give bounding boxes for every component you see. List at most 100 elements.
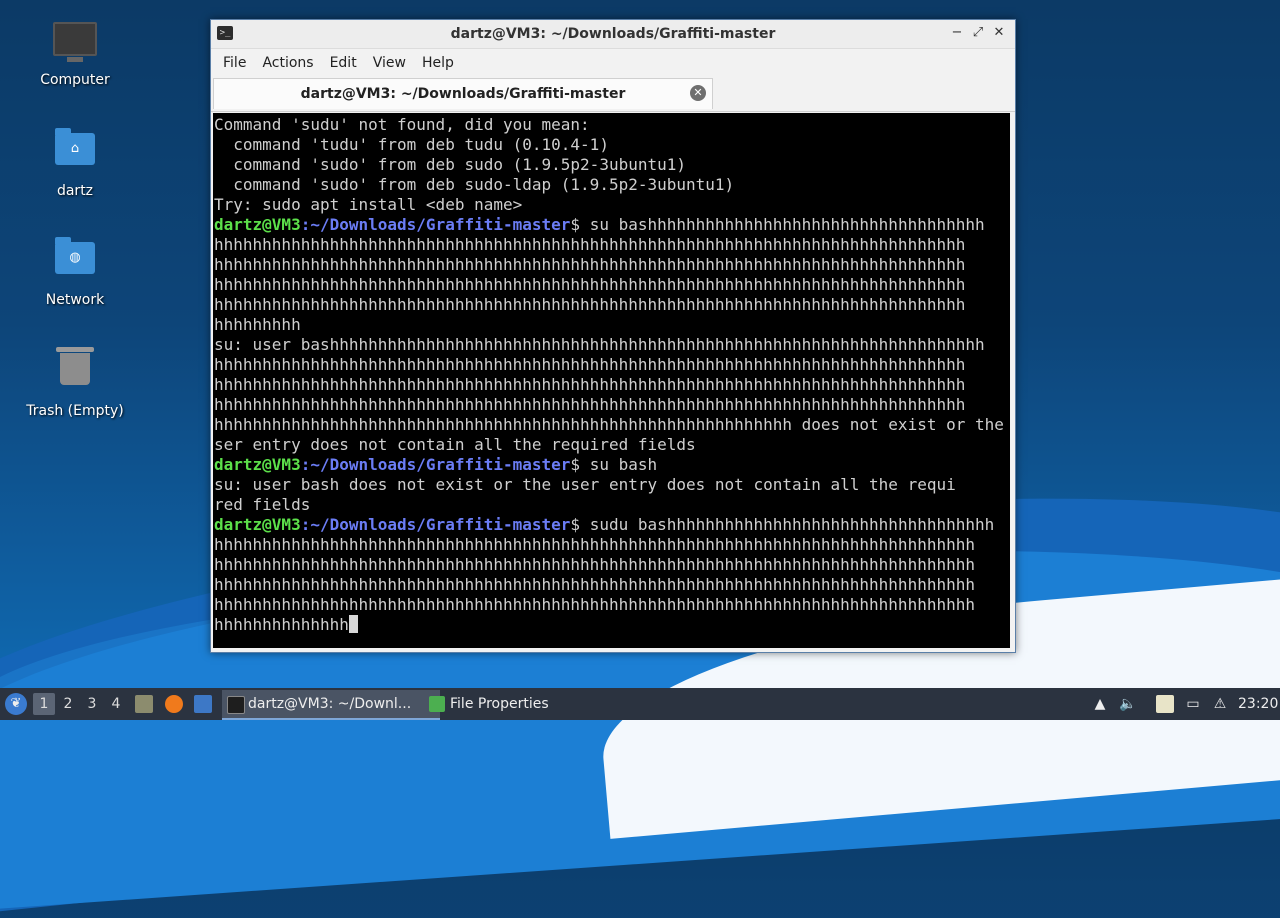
terminal-cursor <box>348 615 358 633</box>
terminal-line: su: user bash does not exist or the user… <box>214 475 1010 495</box>
terminal-text: $ su bashhhhhhhhhhhhhhhhhhhhhhhhhhhhhhhh… <box>570 215 985 234</box>
terminal-text: hhhhhhhhhhhhhhhhhhhhhhhhhhhhhhhhhhhhhhhh… <box>214 355 966 374</box>
file-manager-icon[interactable] <box>135 695 153 713</box>
terminal-text: hhhhhhhhhhhhhhhhhhhhhhhhhhhhhhhhhhhhhhhh… <box>214 295 966 314</box>
terminal-line: command 'sudo' from deb sudo (1.9.5p2-3u… <box>214 155 1010 175</box>
menubar: File Actions Edit View Help <box>211 49 1015 77</box>
terminal-line: command 'sudo' from deb sudo-ldap (1.9.5… <box>214 175 1010 195</box>
computer-icon <box>53 22 97 66</box>
desktop-icon-trash[interactable]: Trash (Empty) <box>20 345 130 419</box>
terminal-text: command 'sudo' from deb sudo-ldap (1.9.5… <box>214 175 735 194</box>
terminal-text: red fields <box>214 495 311 514</box>
menu-help[interactable]: Help <box>414 55 462 71</box>
prompt-path: :~/Downloads/Graffiti-master <box>300 455 571 474</box>
show-desktop-icon[interactable] <box>194 695 212 713</box>
terminal-line: Command 'sudu' not found, did you mean: <box>214 115 1010 135</box>
terminal-line: hhhhhhhhhhhhhh <box>214 615 1010 635</box>
terminal-line: hhhhhhhhhhhhhhhhhhhhhhhhhhhhhhhhhhhhhhhh… <box>214 275 1010 295</box>
terminal-line: Try: sudo apt install <deb name> <box>214 195 1010 215</box>
desktop-icon-label: Trash (Empty) <box>26 403 124 419</box>
desktop-icon-home[interactable]: ⌂ dartz <box>20 127 130 199</box>
terminal-line: hhhhhhhhhhhhhhhhhhhhhhhhhhhhhhhhhhhhhhhh… <box>214 595 1010 615</box>
terminal-text: Command 'sudu' not found, did you mean: <box>214 115 590 134</box>
whisker-menu-icon[interactable]: ❦ <box>5 693 27 715</box>
volume-icon[interactable]: 🔈 <box>1119 695 1137 713</box>
terminal-text: hhhhhhhhh <box>214 315 301 334</box>
task-label: dartz@VM3: ~/Downl... <box>248 696 412 712</box>
terminal-prompt-line: dartz@VM3:~/Downloads/Graffiti-master$ s… <box>214 515 1010 535</box>
terminal-line: command 'tudu' from deb tudu (0.10.4-1) <box>214 135 1010 155</box>
terminal-text: hhhhhhhhhhhhhhhhhhhhhhhhhhhhhhhhhhhhhhhh… <box>214 235 966 254</box>
close-button[interactable]: ✕ <box>990 24 1008 42</box>
prompt-user: dartz@VM3 <box>214 455 301 474</box>
terminal-output[interactable]: Command 'sudu' not found, did you mean: … <box>213 113 1010 648</box>
terminal-line: ser entry does not contain all the requi… <box>214 435 1010 455</box>
terminal-text: command 'sudo' from deb sudo (1.9.5p2-3u… <box>214 155 687 174</box>
terminal-line: hhhhhhhhhhhhhhhhhhhhhhhhhhhhhhhhhhhhhhhh… <box>214 415 1010 435</box>
notification-icon[interactable]: ⚠ <box>1211 695 1229 713</box>
tab-label: dartz@VM3: ~/Downloads/Graffiti-master <box>300 86 626 102</box>
terminal-text: su: user bash does not exist or the user… <box>214 475 956 494</box>
workspace-1[interactable]: 1 <box>33 693 55 715</box>
workspace-3[interactable]: 3 <box>81 693 103 715</box>
prompt-path: :~/Downloads/Graffiti-master <box>300 215 571 234</box>
menu-actions[interactable]: Actions <box>254 55 321 71</box>
terminal-line: red fields <box>214 495 1010 515</box>
terminal-text: su: user bashhhhhhhhhhhhhhhhhhhhhhhhhhhh… <box>214 335 985 354</box>
menu-edit[interactable]: Edit <box>322 55 365 71</box>
workspace-4[interactable]: 4 <box>105 693 127 715</box>
prompt-user: dartz@VM3 <box>214 515 301 534</box>
minimize-button[interactable]: − <box>948 24 966 42</box>
terminal-line: hhhhhhhhhhhhhhhhhhhhhhhhhhhhhhhhhhhhhhhh… <box>214 235 1010 255</box>
trash-icon <box>53 347 97 397</box>
menu-file[interactable]: File <box>215 55 254 71</box>
desktop-icon-label: Network <box>45 292 105 308</box>
task-label: File Properties <box>450 696 549 712</box>
display-icon[interactable]: ▭ <box>1184 695 1202 713</box>
window-title: dartz@VM3: ~/Downloads/Graffiti-master <box>450 26 776 42</box>
tray-arrow-icon[interactable]: ▲ <box>1091 695 1109 713</box>
terminal-line: hhhhhhhhhhhhhhhhhhhhhhhhhhhhhhhhhhhhhhhh… <box>214 535 1010 555</box>
terminal-line: hhhhhhhhhhhhhhhhhhhhhhhhhhhhhhhhhhhhhhhh… <box>214 355 1010 375</box>
terminal-text: hhhhhhhhhhhhhhhhhhhhhhhhhhhhhhhhhhhhhhhh… <box>214 275 966 294</box>
terminal-line: hhhhhhhhhhhhhhhhhhhhhhhhhhhhhhhhhhhhhhhh… <box>214 395 1010 415</box>
tab-bar: dartz@VM3: ~/Downloads/Graffiti-master ✕ <box>211 77 1015 112</box>
terminal-text: command 'tudu' from deb tudu (0.10.4-1) <box>214 135 609 154</box>
clock[interactable]: 23:20 <box>1238 688 1278 720</box>
terminal-text: $ su bash <box>570 455 658 474</box>
terminal-text: hhhhhhhhhhhhhhhhhhhhhhhhhhhhhhhhhhhhhhhh… <box>214 415 1010 434</box>
tab-terminal[interactable]: dartz@VM3: ~/Downloads/Graffiti-master ✕ <box>213 78 713 109</box>
terminal-text: hhhhhhhhhhhhhhhhhhhhhhhhhhhhhhhhhhhhhhhh… <box>214 395 966 414</box>
task-file-properties[interactable]: File Properties <box>424 690 580 718</box>
window-titlebar[interactable]: >_ dartz@VM3: ~/Downloads/Graffiti-maste… <box>211 20 1015 49</box>
terminal-text: ser entry does not contain all the requi… <box>214 435 696 454</box>
prompt-user: dartz@VM3 <box>214 215 301 234</box>
terminal-line: hhhhhhhhhhhhhhhhhhhhhhhhhhhhhhhhhhhhhhhh… <box>214 295 1010 315</box>
terminal-text: hhhhhhhhhhhhhhhhhhhhhhhhhhhhhhhhhhhhhhhh… <box>214 255 966 274</box>
clipboard-icon[interactable] <box>1156 695 1174 713</box>
terminal-prompt-line: dartz@VM3:~/Downloads/Graffiti-master$ s… <box>214 455 1010 475</box>
home-folder-icon: ⌂ <box>53 128 97 177</box>
task-terminal[interactable]: dartz@VM3: ~/Downl... <box>222 690 440 720</box>
desktop-icon-network[interactable]: ◍ Network <box>20 236 130 308</box>
terminal-prompt-line: dartz@VM3:~/Downloads/Graffiti-master$ s… <box>214 215 1010 235</box>
terminal-text: $ sudu bashhhhhhhhhhhhhhhhhhhhhhhhhhhhhh… <box>570 515 995 534</box>
maximize-button[interactable]: ⤢ <box>969 24 987 42</box>
terminal-text: hhhhhhhhhhhhhhhhhhhhhhhhhhhhhhhhhhhhhhhh… <box>214 535 975 554</box>
terminal-line: hhhhhhhhh <box>214 315 1010 335</box>
workspace-2[interactable]: 2 <box>57 693 79 715</box>
menu-view[interactable]: View <box>365 55 414 71</box>
prompt-path: :~/Downloads/Graffiti-master <box>300 515 571 534</box>
desktop-icon-computer[interactable]: Computer <box>20 18 130 88</box>
terminal-text: hhhhhhhhhhhhhhhhhhhhhhhhhhhhhhhhhhhhhhhh… <box>214 595 975 614</box>
terminal-line: hhhhhhhhhhhhhhhhhhhhhhhhhhhhhhhhhhhhhhhh… <box>214 555 1010 575</box>
terminal-text: Try: sudo apt install <deb name> <box>214 195 523 214</box>
tab-close-icon[interactable]: ✕ <box>690 85 706 101</box>
terminal-line: hhhhhhhhhhhhhhhhhhhhhhhhhhhhhhhhhhhhhhhh… <box>214 575 1010 595</box>
terminal-icon <box>227 696 245 714</box>
firefox-icon[interactable] <box>165 695 183 713</box>
terminal-line: hhhhhhhhhhhhhhhhhhhhhhhhhhhhhhhhhhhhhhhh… <box>214 255 1010 275</box>
terminal-line: hhhhhhhhhhhhhhhhhhhhhhhhhhhhhhhhhhhhhhhh… <box>214 375 1010 395</box>
terminal-line: su: user bashhhhhhhhhhhhhhhhhhhhhhhhhhhh… <box>214 335 1010 355</box>
terminal-text: hhhhhhhhhhhhhh <box>214 615 349 634</box>
